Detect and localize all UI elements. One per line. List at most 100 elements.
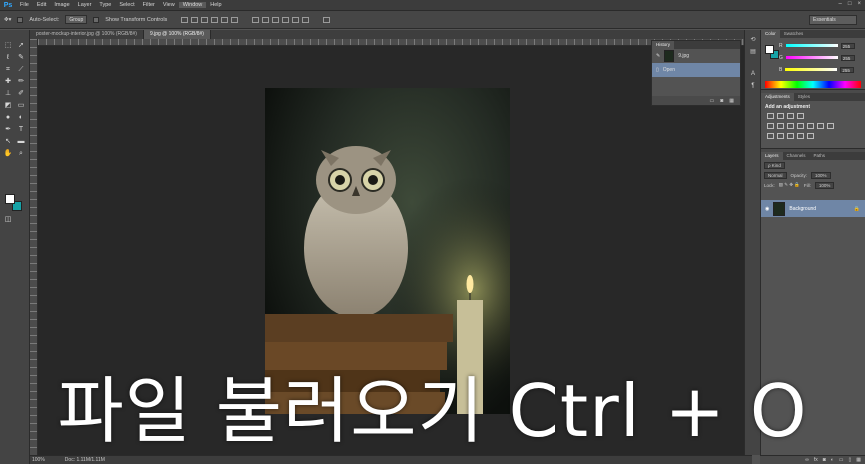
tab-channels[interactable]: Channels bbox=[783, 152, 810, 160]
layer-background[interactable]: ◉ Background 🔒 bbox=[761, 200, 865, 217]
eraser-tool-icon[interactable]: ◩ bbox=[3, 102, 13, 110]
channel-mixer-icon[interactable] bbox=[817, 123, 824, 129]
brush-tool-icon[interactable]: ✏ bbox=[16, 78, 26, 86]
auto-select-dropdown[interactable]: Group bbox=[65, 15, 88, 24]
posterize-icon[interactable] bbox=[777, 133, 784, 139]
lasso-tool-icon[interactable]: ℓ bbox=[3, 54, 13, 62]
menu-select[interactable]: Select bbox=[115, 2, 138, 8]
camera-icon[interactable]: ◙ bbox=[720, 98, 723, 104]
distribute-bottom-icon[interactable] bbox=[272, 16, 280, 23]
path-select-icon[interactable]: ↖ bbox=[3, 138, 13, 146]
visibility-eye-icon[interactable]: ◉ bbox=[765, 206, 769, 212]
photo-filter-icon[interactable] bbox=[807, 123, 814, 129]
distribute-right-icon[interactable] bbox=[302, 16, 310, 23]
maximize-button[interactable]: □ bbox=[848, 1, 852, 7]
new-group-icon[interactable]: ▭ bbox=[839, 457, 844, 463]
color-spectrum[interactable] bbox=[765, 81, 861, 88]
tab-swatches[interactable]: Swatches bbox=[780, 30, 808, 38]
link-layers-icon[interactable]: ∞ bbox=[805, 457, 809, 463]
menu-window[interactable]: Window bbox=[178, 2, 207, 8]
dodge-tool-icon[interactable]: ◐ bbox=[16, 114, 26, 122]
distribute-middle-icon[interactable] bbox=[262, 16, 270, 23]
history-state-open[interactable]: ▯ Open bbox=[652, 63, 740, 77]
menu-image[interactable]: Image bbox=[50, 2, 73, 8]
blue-value[interactable]: 255 bbox=[840, 66, 855, 73]
foreground-color-swatch[interactable] bbox=[5, 194, 15, 204]
green-slider[interactable] bbox=[785, 56, 838, 59]
distribute-left-icon[interactable] bbox=[282, 16, 290, 23]
vibrance-icon[interactable] bbox=[767, 123, 774, 129]
history-dock-icon[interactable]: ⟲ bbox=[748, 36, 758, 44]
paragraph-dock-icon[interactable]: ¶ bbox=[748, 82, 758, 90]
healing-brush-icon[interactable]: ✚ bbox=[3, 78, 13, 86]
green-value[interactable]: 255 bbox=[840, 54, 855, 61]
gradient-map-icon[interactable] bbox=[797, 133, 804, 139]
align-top-icon[interactable] bbox=[181, 16, 189, 23]
move-tool-icon[interactable]: ➚ bbox=[16, 42, 26, 50]
pen-tool-icon[interactable]: ✒ bbox=[3, 126, 13, 134]
tab-styles[interactable]: Styles bbox=[794, 93, 814, 101]
layer-kind-filter[interactable]: ρ Kind bbox=[764, 161, 785, 169]
move-tool-icon[interactable]: ✥▾ bbox=[4, 17, 11, 23]
menu-edit[interactable]: Edit bbox=[33, 2, 50, 8]
character-dock-icon[interactable]: A bbox=[748, 70, 758, 78]
threshold-icon[interactable] bbox=[787, 133, 794, 139]
rectangle-tool-icon[interactable]: ▬ bbox=[16, 138, 26, 146]
align-bottom-icon[interactable] bbox=[201, 16, 209, 23]
close-button[interactable]: × bbox=[857, 1, 861, 7]
auto-align-icon[interactable] bbox=[323, 16, 331, 23]
minimize-button[interactable]: – bbox=[839, 1, 842, 7]
opacity-value[interactable]: 100% bbox=[811, 171, 831, 179]
owl-candle-image[interactable] bbox=[265, 88, 510, 414]
new-adjustment-icon[interactable]: ◐ bbox=[831, 457, 834, 463]
blue-slider[interactable] bbox=[785, 68, 838, 71]
black-white-icon[interactable] bbox=[797, 123, 804, 129]
properties-dock-icon[interactable]: ▤ bbox=[748, 48, 758, 56]
marquee-tool-icon[interactable]: ⬚ bbox=[3, 42, 13, 50]
menu-type[interactable]: Type bbox=[95, 2, 115, 8]
hue-saturation-icon[interactable] bbox=[777, 123, 784, 129]
tab-9-jpg[interactable]: 9.jpg @ 100% (RGB/8#) bbox=[143, 30, 211, 39]
invert-icon[interactable] bbox=[767, 133, 774, 139]
distribute-top-icon[interactable] bbox=[252, 16, 260, 23]
quick-mask-icon[interactable]: ◫ bbox=[3, 216, 13, 224]
delete-layer-icon[interactable]: ▦ bbox=[856, 457, 861, 463]
color-lookup-icon[interactable] bbox=[827, 123, 834, 129]
crop-tool-icon[interactable]: ⌗ bbox=[3, 66, 13, 74]
menu-filter[interactable]: Filter bbox=[139, 2, 159, 8]
distribute-center-icon[interactable] bbox=[292, 16, 300, 23]
new-document-icon[interactable]: ▭ bbox=[710, 98, 715, 104]
tab-history[interactable]: History bbox=[652, 41, 675, 49]
exposure-icon[interactable] bbox=[797, 113, 804, 119]
trash-icon[interactable]: ▦ bbox=[729, 98, 734, 104]
history-snapshot[interactable]: ✎ 9.jpg bbox=[652, 49, 740, 63]
gradient-tool-icon[interactable]: ▭ bbox=[16, 102, 26, 110]
auto-select-checkbox[interactable] bbox=[17, 16, 24, 23]
levels-icon[interactable] bbox=[777, 113, 784, 119]
eyedropper-tool-icon[interactable]: ⟋ bbox=[16, 66, 26, 74]
zoom-level[interactable]: 100% bbox=[32, 457, 45, 463]
tab-adjustments[interactable]: Adjustments bbox=[761, 93, 794, 101]
align-right-icon[interactable] bbox=[231, 16, 239, 23]
menu-help[interactable]: Help bbox=[206, 2, 225, 8]
curves-icon[interactable] bbox=[787, 113, 794, 119]
hand-tool-icon[interactable]: ✋ bbox=[3, 150, 13, 158]
tab-color[interactable]: Color bbox=[761, 30, 780, 38]
menu-file[interactable]: File bbox=[16, 2, 33, 8]
blur-tool-icon[interactable]: ● bbox=[3, 114, 13, 122]
workspace-dropdown[interactable]: Essentials bbox=[809, 15, 857, 25]
fg-color-swatch[interactable] bbox=[765, 45, 774, 54]
align-center-icon[interactable] bbox=[221, 16, 229, 23]
color-balance-icon[interactable] bbox=[787, 123, 794, 129]
menu-view[interactable]: View bbox=[159, 2, 179, 8]
new-layer-icon[interactable]: ▯ bbox=[849, 457, 852, 463]
tab-paths[interactable]: Paths bbox=[810, 152, 830, 160]
clone-stamp-icon[interactable]: ⊥ bbox=[3, 90, 13, 98]
lock-icons[interactable]: ▨ ✎ ✥ 🔒 bbox=[779, 182, 800, 188]
red-slider[interactable] bbox=[785, 44, 838, 47]
type-tool-icon[interactable]: T bbox=[16, 126, 26, 134]
align-middle-icon[interactable] bbox=[191, 16, 199, 23]
menu-layer[interactable]: Layer bbox=[74, 2, 96, 8]
transform-controls-checkbox[interactable] bbox=[93, 16, 100, 23]
red-value[interactable]: 255 bbox=[840, 42, 855, 49]
